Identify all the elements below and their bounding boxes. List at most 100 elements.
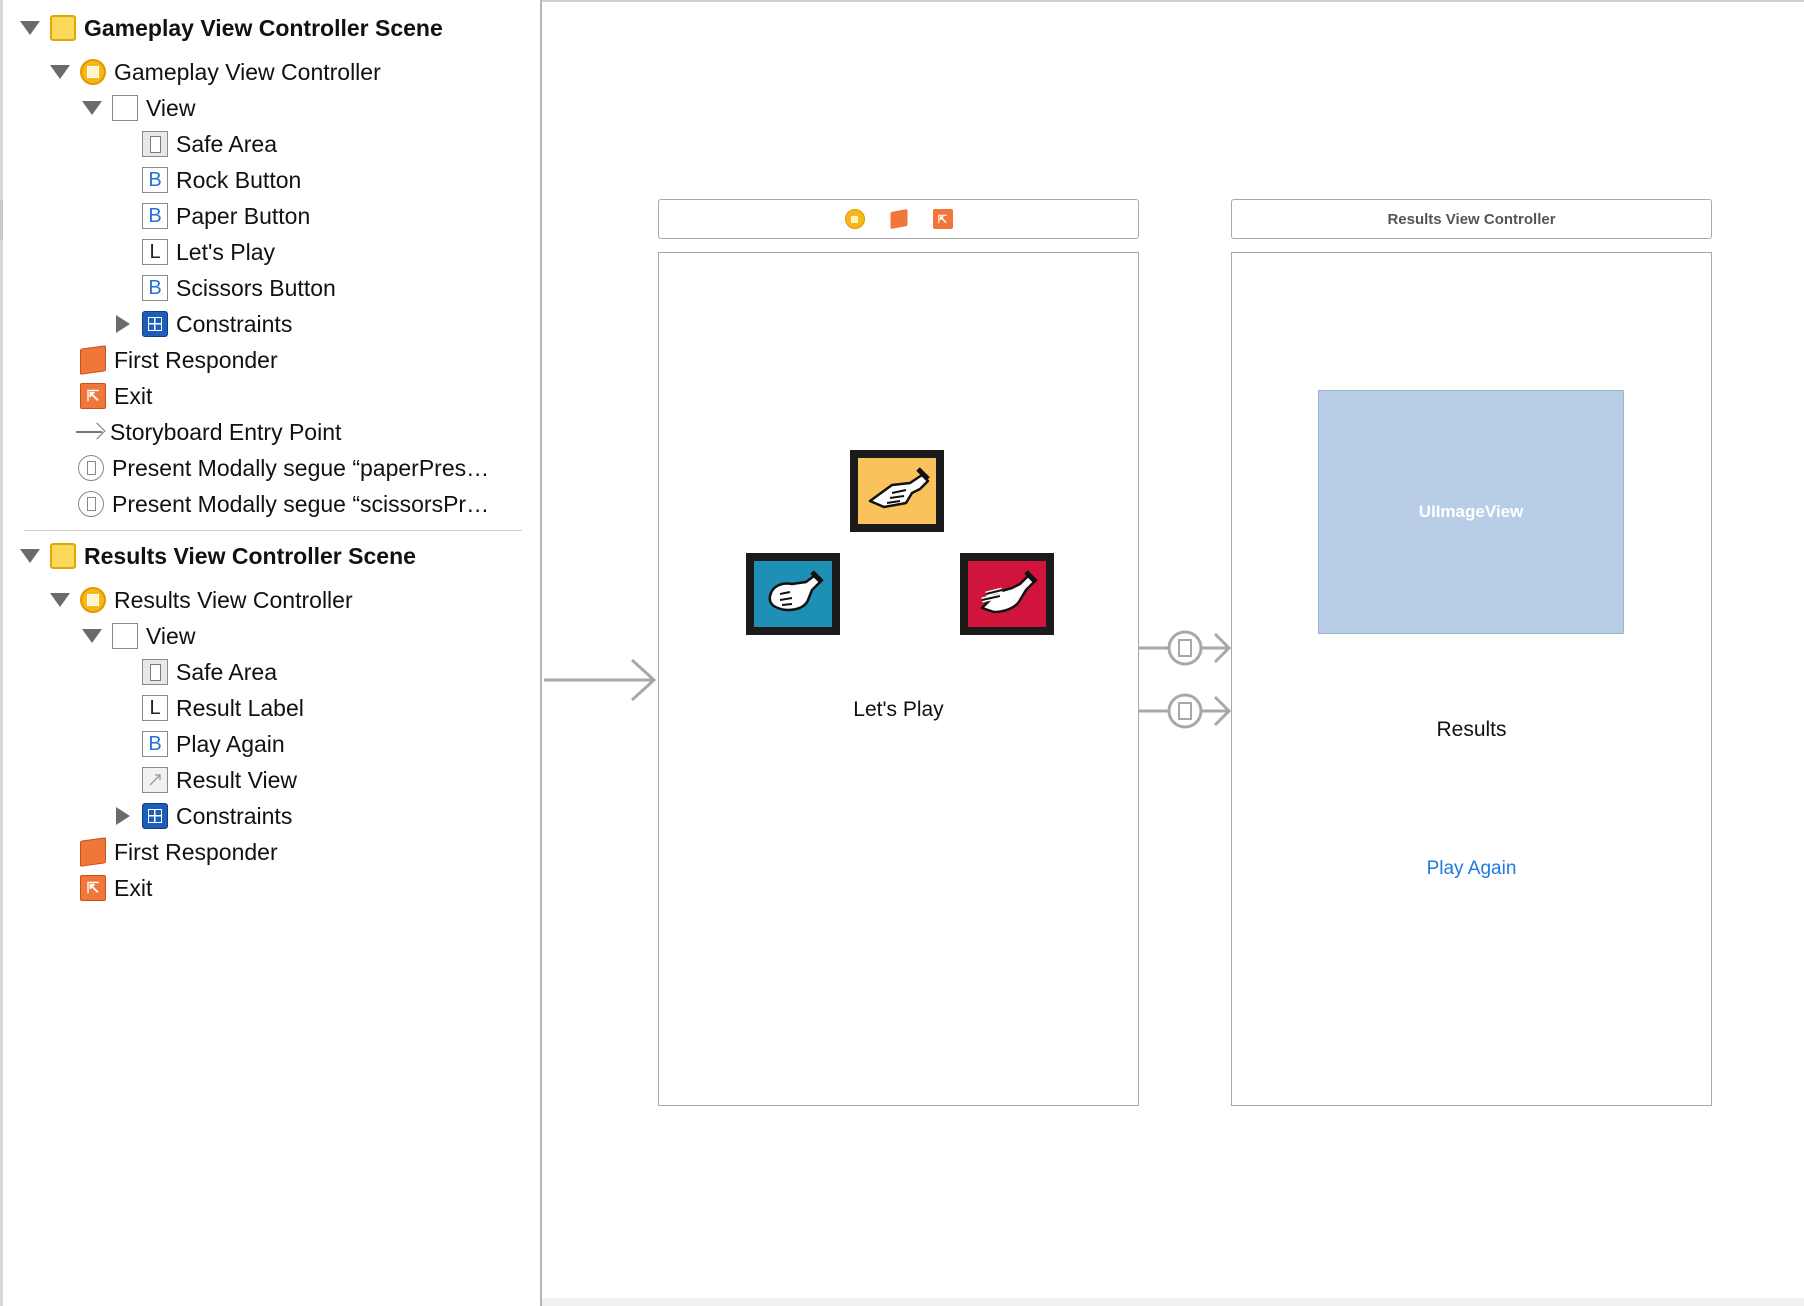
item-label: Safe Area: [176, 130, 278, 157]
safe-area-icon: [142, 131, 168, 157]
canvas-bottom-bar: [542, 1298, 1804, 1306]
outline-item-safe-area[interactable]: Safe Area: [142, 127, 277, 161]
paper-button[interactable]: [850, 450, 944, 532]
first-responder-icon: [80, 837, 106, 867]
constraints-icon: [142, 311, 168, 337]
outline-item-exit[interactable]: ⇱ Exit: [80, 379, 152, 413]
item-label: First Responder: [114, 838, 278, 865]
outline-item-exit[interactable]: ⇱ Exit: [80, 871, 152, 905]
segue-arrow-scissors-icon[interactable]: [1139, 689, 1231, 733]
scene-divider: [24, 530, 522, 531]
outline-item-constraints[interactable]: Constraints: [116, 799, 292, 833]
dock-exit-icon[interactable]: ⇱: [932, 209, 953, 229]
view-row-gameplay[interactable]: View: [82, 91, 195, 125]
image-view-placeholder: UIImageView: [1418, 502, 1524, 521]
disclosure-triangle-icon[interactable]: [20, 549, 40, 563]
outline-item-segue-scissors[interactable]: Present Modally segue “scissorsPr…: [78, 487, 489, 521]
disclosure-triangle-icon[interactable]: [20, 21, 40, 35]
item-label: Paper Button: [176, 202, 311, 229]
controller-row-results[interactable]: Results View Controller: [50, 583, 353, 617]
scene-row-gameplay[interactable]: Gameplay View Controller Scene: [20, 11, 443, 45]
item-label: Storyboard Entry Point: [110, 418, 342, 445]
outline-item-segue-paper[interactable]: Present Modally segue “paperPres…: [78, 451, 489, 485]
exit-icon: ⇱: [80, 383, 106, 409]
item-label: Play Again: [176, 730, 285, 757]
label-icon: L: [142, 695, 168, 721]
button-icon: B: [142, 203, 168, 229]
controller-label: Results View Controller: [114, 586, 353, 613]
item-label: Present Modally segue “paperPres…: [112, 454, 490, 481]
document-outline: Gameplay View Controller Scene Gameplay …: [0, 0, 542, 1306]
item-label: Present Modally segue “scissorsPr…: [112, 490, 490, 517]
results-label[interactable]: Results: [1231, 718, 1712, 742]
safe-area-icon: [142, 659, 168, 685]
results-scene-title: Results View Controller: [1387, 210, 1556, 228]
item-label: Result Label: [176, 694, 304, 721]
button-icon: B: [142, 275, 168, 301]
scene-icon: [50, 15, 76, 41]
outline-item-lets-play[interactable]: L Let's Play: [142, 235, 275, 269]
view-label: View: [146, 94, 196, 121]
disclosure-triangle-collapsed-icon[interactable]: [116, 807, 130, 825]
dock-first-responder-icon[interactable]: [890, 209, 907, 229]
rock-hand-icon: [754, 561, 832, 627]
scissors-button[interactable]: [960, 553, 1054, 635]
entry-point-arrow-icon[interactable]: [542, 658, 658, 702]
outline-item-constraints[interactable]: Constraints: [116, 307, 292, 341]
item-label: Result View: [176, 766, 298, 793]
item-label: Constraints: [176, 310, 293, 337]
scissors-hand-icon: [968, 561, 1046, 627]
entry-arrow-icon: [76, 422, 106, 442]
rock-button[interactable]: [746, 553, 840, 635]
disclosure-triangle-icon[interactable]: [50, 65, 70, 79]
outline-item-result-label[interactable]: L Result Label: [142, 691, 304, 725]
item-label: Exit: [114, 874, 153, 901]
scene-icon: [50, 543, 76, 569]
disclosure-triangle-collapsed-icon[interactable]: [116, 315, 130, 333]
results-scene-dock[interactable]: Results View Controller: [1231, 199, 1712, 239]
outline-item-entry-point[interactable]: Storyboard Entry Point: [76, 415, 341, 449]
outline-item-safe-area[interactable]: Safe Area: [142, 655, 277, 689]
view-controller-icon: [80, 59, 106, 85]
item-label: Rock Button: [176, 166, 302, 193]
gameplay-scene-dock[interactable]: ⇱: [658, 199, 1139, 239]
outline-item-first-responder[interactable]: First Responder: [80, 835, 278, 869]
scene-row-results[interactable]: Results View Controller Scene: [20, 539, 416, 573]
segue-arrow-paper-icon[interactable]: [1139, 626, 1231, 670]
view-label: View: [146, 622, 196, 649]
outline-item-play-again[interactable]: B Play Again: [142, 727, 285, 761]
item-label: Constraints: [176, 802, 293, 829]
view-row-results[interactable]: View: [82, 619, 195, 653]
controller-label: Gameplay View Controller: [114, 58, 381, 85]
view-icon: [112, 623, 138, 649]
view-controller-icon: [80, 587, 106, 613]
disclosure-triangle-icon[interactable]: [82, 101, 102, 115]
exit-icon: ⇱: [80, 875, 106, 901]
constraints-icon: [142, 803, 168, 829]
outline-item-rock-button[interactable]: B Rock Button: [142, 163, 301, 197]
item-label: First Responder: [114, 346, 278, 373]
item-label: Scissors Button: [176, 274, 336, 301]
outline-item-result-view[interactable]: Result View: [142, 763, 297, 797]
canvas-top-border: [542, 0, 1804, 2]
button-icon: B: [142, 731, 168, 757]
paper-hand-icon: [858, 458, 936, 524]
outline-item-first-responder[interactable]: First Responder: [80, 343, 278, 377]
lets-play-label[interactable]: Let's Play: [658, 698, 1139, 722]
outline-scroll-marker: [0, 200, 3, 240]
outline-item-scissors-button[interactable]: B Scissors Button: [142, 271, 336, 305]
play-again-button[interactable]: Play Again: [1231, 858, 1712, 880]
view-icon: [112, 95, 138, 121]
disclosure-triangle-icon[interactable]: [50, 593, 70, 607]
result-image-view[interactable]: UIImageView: [1318, 390, 1624, 634]
segue-icon: [78, 455, 104, 481]
scene-title: Results View Controller Scene: [84, 542, 416, 569]
item-label: Safe Area: [176, 658, 278, 685]
gameplay-scene-frame[interactable]: [658, 252, 1139, 1106]
disclosure-triangle-icon[interactable]: [82, 629, 102, 643]
results-scene-frame[interactable]: [1231, 252, 1712, 1106]
outline-item-paper-button[interactable]: B Paper Button: [142, 199, 310, 233]
dock-view-controller-icon[interactable]: [844, 209, 865, 229]
controller-row-gameplay[interactable]: Gameplay View Controller: [50, 55, 381, 89]
item-label: Exit: [114, 382, 153, 409]
